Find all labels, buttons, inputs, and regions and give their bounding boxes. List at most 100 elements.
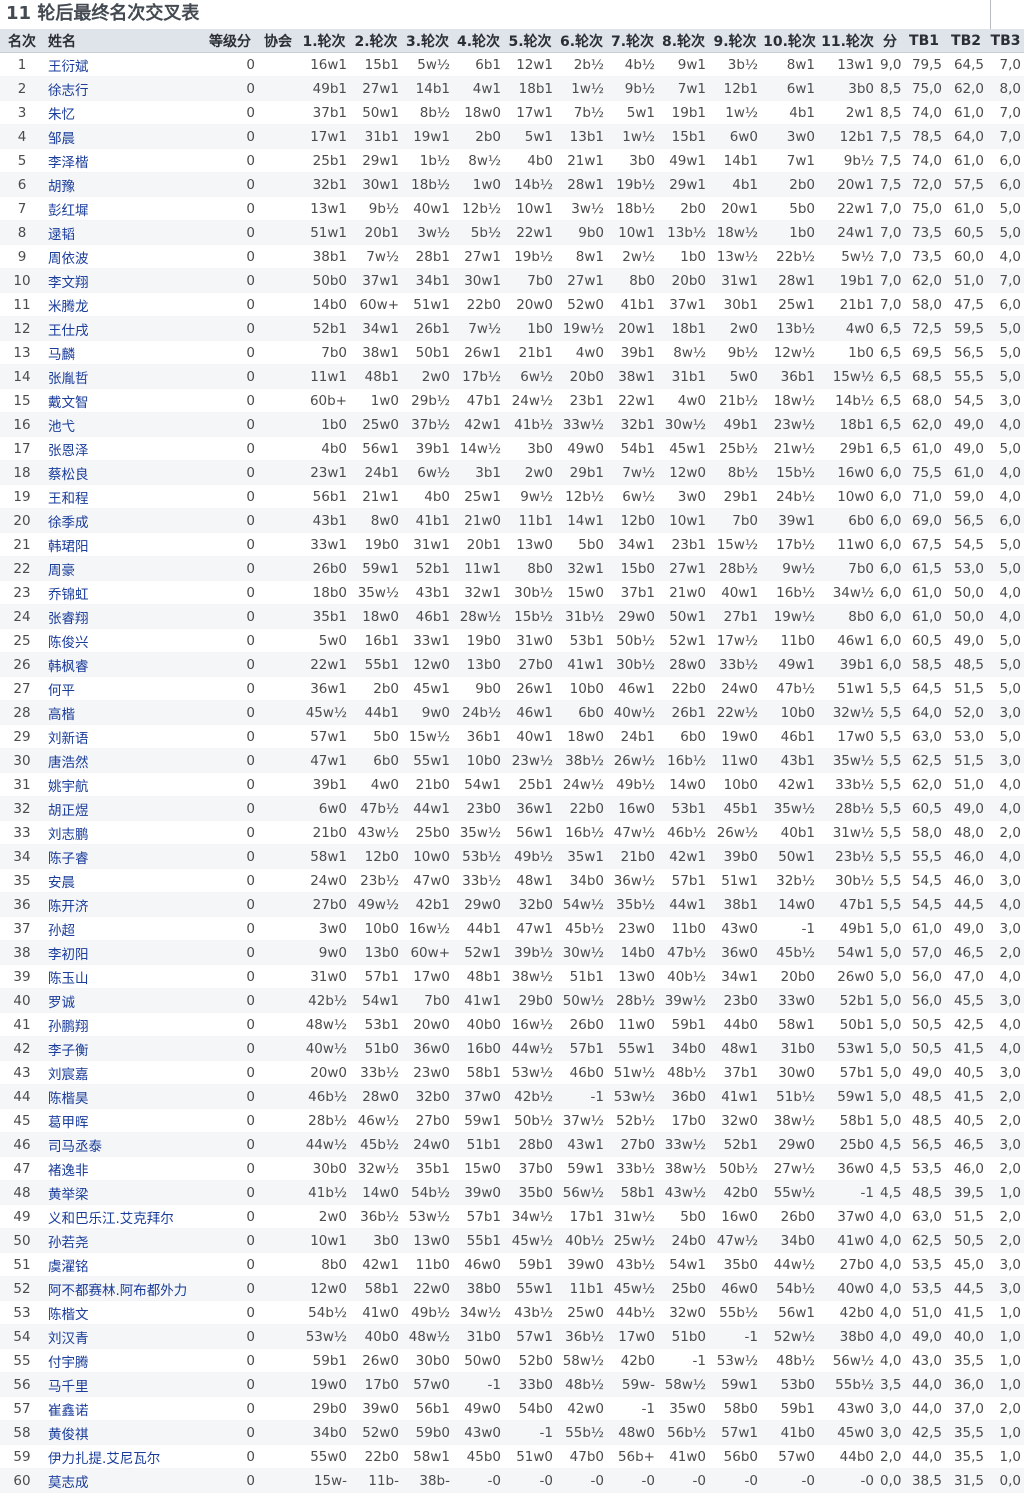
cell-name[interactable]: 孙超 <box>44 916 202 941</box>
cell-name[interactable]: 韩枫睿 <box>44 652 202 677</box>
cell-round-11: 26w0 <box>818 964 877 989</box>
cell-name[interactable]: 逯韬 <box>44 220 202 245</box>
cell-round-6: 21w1 <box>556 148 607 173</box>
cell-round-11: 38b0 <box>818 1324 877 1349</box>
cell-name[interactable]: 陈俊兴 <box>44 628 202 653</box>
cell-tb1: 56,5 <box>903 1132 945 1157</box>
cell-name[interactable]: 刘志鹏 <box>44 820 202 845</box>
cell-name[interactable]: 戴文智 <box>44 388 202 413</box>
cell-points: 5,0 <box>877 1084 903 1109</box>
cell-name[interactable]: 褚逸非 <box>44 1156 202 1181</box>
cell-round-8: 29w1 <box>658 172 709 197</box>
cell-round-4: 54w1 <box>453 772 504 797</box>
cell-name[interactable]: 张胤哲 <box>44 364 202 389</box>
cell-name[interactable]: 朱忆 <box>44 100 202 125</box>
cell-tb2: 49,0 <box>945 796 987 821</box>
cell-name[interactable]: 张恩泽 <box>44 436 202 461</box>
cell-tb3: 1,0 <box>987 1300 1024 1325</box>
cell-tb2: 31,5 <box>945 1468 987 1493</box>
cell-round-5: 21b1 <box>504 340 556 365</box>
cell-name[interactable]: 阿不都赛林.阿布都外力 <box>44 1276 202 1301</box>
cell-name[interactable]: 李子衡 <box>44 1036 202 1061</box>
cell-name[interactable]: 孙若尧 <box>44 1228 202 1253</box>
cell-tb1: 63,0 <box>903 724 945 749</box>
cell-federation <box>258 268 298 293</box>
cell-name[interactable]: 刘宸嘉 <box>44 1060 202 1085</box>
cell-round-8: 7w1 <box>658 76 709 101</box>
cell-round-1: 2w0 <box>298 1204 350 1229</box>
cell-name[interactable]: 徐季成 <box>44 508 202 533</box>
cell-rating: 0 <box>202 124 258 149</box>
cell-name[interactable]: 韩珺阳 <box>44 532 202 557</box>
cell-name[interactable]: 黄举梁 <box>44 1180 202 1205</box>
cell-name[interactable]: 崔鑫诺 <box>44 1396 202 1421</box>
cell-name[interactable]: 王仕戌 <box>44 316 202 341</box>
cell-name[interactable]: 孙鹏翔 <box>44 1012 202 1037</box>
cell-round-7: 18b½ <box>607 196 658 221</box>
cell-name[interactable]: 司马丞泰 <box>44 1132 202 1157</box>
cell-name[interactable]: 陈楷文 <box>44 1300 202 1325</box>
cell-name[interactable]: 何平 <box>44 676 202 701</box>
cell-name[interactable]: 陈楷昊 <box>44 1084 202 1109</box>
cell-round-5: 4b0 <box>504 148 556 173</box>
cell-name[interactable]: 陈子睿 <box>44 844 202 869</box>
cell-name[interactable]: 池弋 <box>44 412 202 437</box>
cell-name[interactable]: 虞濯铭 <box>44 1252 202 1277</box>
cell-round-4: 50w0 <box>453 1348 504 1373</box>
cell-round-6: -1 <box>556 1084 607 1109</box>
table-row: 24 张睿翔 0 35b1 18w0 46b1 28w½ 15b½ 31b½ 29w0 50w1 27… <box>0 604 1024 629</box>
cell-name[interactable]: 付宇腾 <box>44 1348 202 1373</box>
cell-name[interactable]: 刘新语 <box>44 724 202 749</box>
cell-name[interactable]: 唐浩然 <box>44 748 202 773</box>
cell-name[interactable]: 马麟 <box>44 340 202 365</box>
cell-name[interactable]: 周豪 <box>44 556 202 581</box>
cell-name[interactable]: 陈玉山 <box>44 964 202 989</box>
cell-name[interactable]: 马千里 <box>44 1372 202 1397</box>
cell-name[interactable]: 高楷 <box>44 700 202 725</box>
cell-round-7: 7w½ <box>607 460 658 485</box>
cell-points: 5,0 <box>877 940 903 965</box>
cell-round-7: 42b0 <box>607 1348 658 1373</box>
cell-round-6: 2b½ <box>556 52 607 77</box>
cell-name[interactable]: 葛甲晖 <box>44 1108 202 1133</box>
cell-round-5: 23w½ <box>504 748 556 773</box>
cell-round-2: 32w½ <box>350 1156 402 1181</box>
cell-rating: 0 <box>202 100 258 125</box>
cell-name[interactable]: 义和巴乐江.艾克拜尔 <box>44 1204 202 1229</box>
cell-name[interactable]: 莫志成 <box>44 1468 202 1493</box>
cell-name[interactable]: 李初阳 <box>44 940 202 965</box>
cell-round-6: 22b0 <box>556 796 607 821</box>
cell-rank: 54 <box>0 1324 44 1349</box>
cell-name[interactable]: 张睿翔 <box>44 604 202 629</box>
cell-tb1: 55,5 <box>903 844 945 869</box>
cell-name[interactable]: 周依波 <box>44 244 202 269</box>
cell-name[interactable]: 姚宇航 <box>44 772 202 797</box>
cell-name[interactable]: 彭红墀 <box>44 196 202 221</box>
cell-round-6: 35w1 <box>556 844 607 869</box>
cell-name[interactable]: 黄俊祺 <box>44 1420 202 1445</box>
cell-rating: 0 <box>202 1468 258 1493</box>
cell-name[interactable]: 胡正煜 <box>44 796 202 821</box>
cell-round-5: 30b½ <box>504 580 556 605</box>
cell-tb2: 35,5 <box>945 1348 987 1373</box>
cell-name[interactable]: 徐志行 <box>44 76 202 101</box>
cell-round-7: 26w½ <box>607 748 658 773</box>
cell-tb3: 5,0 <box>987 316 1024 341</box>
cell-name[interactable]: 乔锦虹 <box>44 580 202 605</box>
cell-name[interactable]: 胡豫 <box>44 172 202 197</box>
cell-name[interactable]: 伊力扎提.艾尼瓦尔 <box>44 1444 202 1469</box>
cell-name[interactable]: 米腾龙 <box>44 292 202 317</box>
cell-name[interactable]: 李文翔 <box>44 268 202 293</box>
cell-name[interactable]: 邹晨 <box>44 124 202 149</box>
cell-name[interactable]: 王衍斌 <box>44 52 202 77</box>
cell-rank: 32 <box>0 796 44 821</box>
cell-name[interactable]: 蔡松良 <box>44 460 202 485</box>
cell-name[interactable]: 王和程 <box>44 484 202 509</box>
cell-name[interactable]: 陈开济 <box>44 892 202 917</box>
cell-round-9: 13w½ <box>709 244 761 269</box>
cell-round-11: 17w0 <box>818 724 877 749</box>
cell-name[interactable]: 罗诚 <box>44 988 202 1013</box>
cell-name[interactable]: 安晨 <box>44 868 202 893</box>
cell-name[interactable]: 李泽楷 <box>44 148 202 173</box>
cell-name[interactable]: 刘汉青 <box>44 1324 202 1349</box>
